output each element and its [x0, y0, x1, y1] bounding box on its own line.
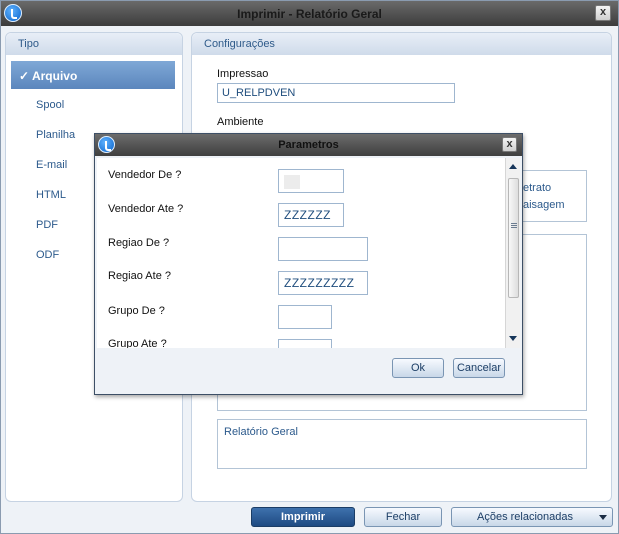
param-label: Vendedor Ate ?: [108, 203, 184, 215]
params-scroll-area: Vendedor De ? Vendedor Ate ? ZZZZZZ Regi…: [97, 158, 520, 348]
grupo-de-input[interactable]: [278, 305, 332, 329]
tipo-item-spool[interactable]: Spool: [11, 91, 175, 119]
params-scrollbar[interactable]: [505, 158, 520, 348]
paisagem-option[interactable]: aisagem: [523, 199, 565, 211]
scrollbar-thumb[interactable]: [508, 178, 519, 298]
chevron-down-icon: [599, 515, 607, 520]
config-header: Configurações: [192, 33, 611, 55]
grip-line: [511, 227, 517, 228]
impressao-label: Impressao: [217, 68, 269, 80]
imprimir-button[interactable]: Imprimir: [251, 507, 355, 527]
print-window: Imprimir - Relatório Geral x Tipo ✓ Arqu…: [0, 0, 619, 534]
check-icon: ✓: [19, 69, 30, 83]
param-label: Regiao De ?: [108, 237, 170, 249]
ambiente-label: Ambiente: [217, 116, 264, 128]
scroll-down-icon[interactable]: [509, 336, 517, 341]
tipo-item-label: Arquivo: [31, 69, 78, 83]
input-cursor-block: [284, 175, 300, 189]
parametros-dialog: Parametros x Vendedor De ? Vendedor Ate …: [94, 133, 523, 395]
ok-button[interactable]: Ok: [392, 358, 444, 378]
retrato-option[interactable]: etrato: [523, 182, 551, 194]
grupo-ate-input[interactable]: [278, 339, 332, 348]
grip-line: [511, 225, 517, 226]
fechar-button[interactable]: Fechar: [364, 507, 442, 527]
dialog-close-button[interactable]: x: [502, 137, 517, 152]
window-close-button[interactable]: x: [595, 5, 611, 21]
regiao-de-input[interactable]: [278, 237, 368, 261]
cancelar-button[interactable]: Cancelar: [453, 358, 505, 378]
scroll-up-icon[interactable]: [509, 164, 517, 169]
tipo-header: Tipo: [6, 33, 182, 55]
vendedor-ate-input[interactable]: ZZZZZZ: [278, 203, 344, 227]
dialog-title: Parametros: [278, 139, 339, 151]
param-label: Regiao Ate ?: [108, 270, 171, 282]
param-label: Grupo De ?: [108, 305, 165, 317]
window-title: Imprimir - Relatório Geral: [237, 7, 382, 21]
acoes-label: Ações relacionadas: [477, 511, 574, 523]
tipo-item-arquivo[interactable]: ✓ Arquivo: [11, 61, 175, 89]
grip-line: [511, 223, 517, 224]
regiao-ate-input[interactable]: ZZZZZZZZZ: [278, 271, 368, 295]
acoes-relacionadas-button[interactable]: Ações relacionadas: [451, 507, 613, 527]
param-label: Grupo Ate ?: [108, 338, 167, 348]
window-titlebar: Imprimir - Relatório Geral x: [1, 1, 618, 26]
description-text: Relatório Geral: [224, 426, 298, 438]
param-label: Vendedor De ?: [108, 169, 182, 181]
dialog-titlebar: Parametros x: [95, 134, 522, 156]
impressao-input[interactable]: U_RELPDVEN: [217, 83, 455, 103]
